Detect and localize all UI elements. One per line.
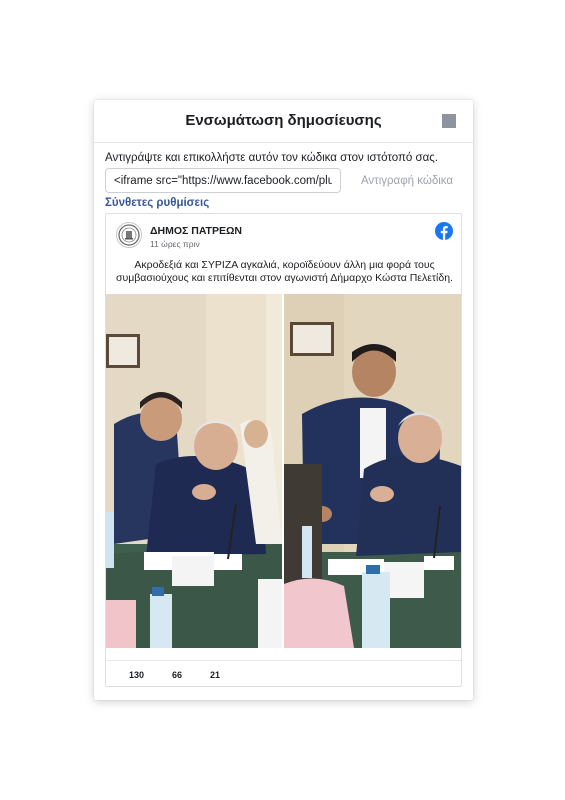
close-icon[interactable] [442,114,456,128]
embed-code-input[interactable] [105,168,341,193]
municipality-seal-icon[interactable] [116,222,142,248]
dialog-title: Ενσωμάτωση δημοσίευσης [185,112,382,129]
post-text: Ακροδεξιά και ΣΥΡΙΖΑ αγκαλιά, κοροϊδεύου… [116,259,453,284]
reaction-bar: 130 66 21 [106,660,461,686]
post-timestamp[interactable]: 11 ώρες πριν [150,239,200,249]
embed-post-dialog: Ενσωμάτωση δημοσίευσης Αντιγράψτε και επ… [94,100,473,700]
instruction-text: Αντιγράψτε και επικολλήστε αυτόν τον κώδ… [105,152,438,164]
reactions-count[interactable]: 130 [129,670,144,680]
post-photo-left[interactable] [106,294,282,648]
advanced-settings-link[interactable]: Σύνθετες ρυθμίσεις [105,197,209,209]
facebook-logo-icon[interactable] [435,222,453,240]
dialog-header: Ενσωμάτωση δημοσίευσης [94,100,473,143]
copy-code-button[interactable]: Αντιγραφή κώδικα [351,168,463,193]
shares-count[interactable]: 21 [210,670,220,680]
page-name[interactable]: ΔΗΜΟΣ ΠΑΤΡΕΩΝ [150,225,242,237]
embedded-post: ΔΗΜΟΣ ΠΑΤΡΕΩΝ 11 ώρες πριν Ακροδεξιά και… [105,213,462,687]
comments-count[interactable]: 66 [172,670,182,680]
post-photo-right[interactable] [284,294,461,648]
